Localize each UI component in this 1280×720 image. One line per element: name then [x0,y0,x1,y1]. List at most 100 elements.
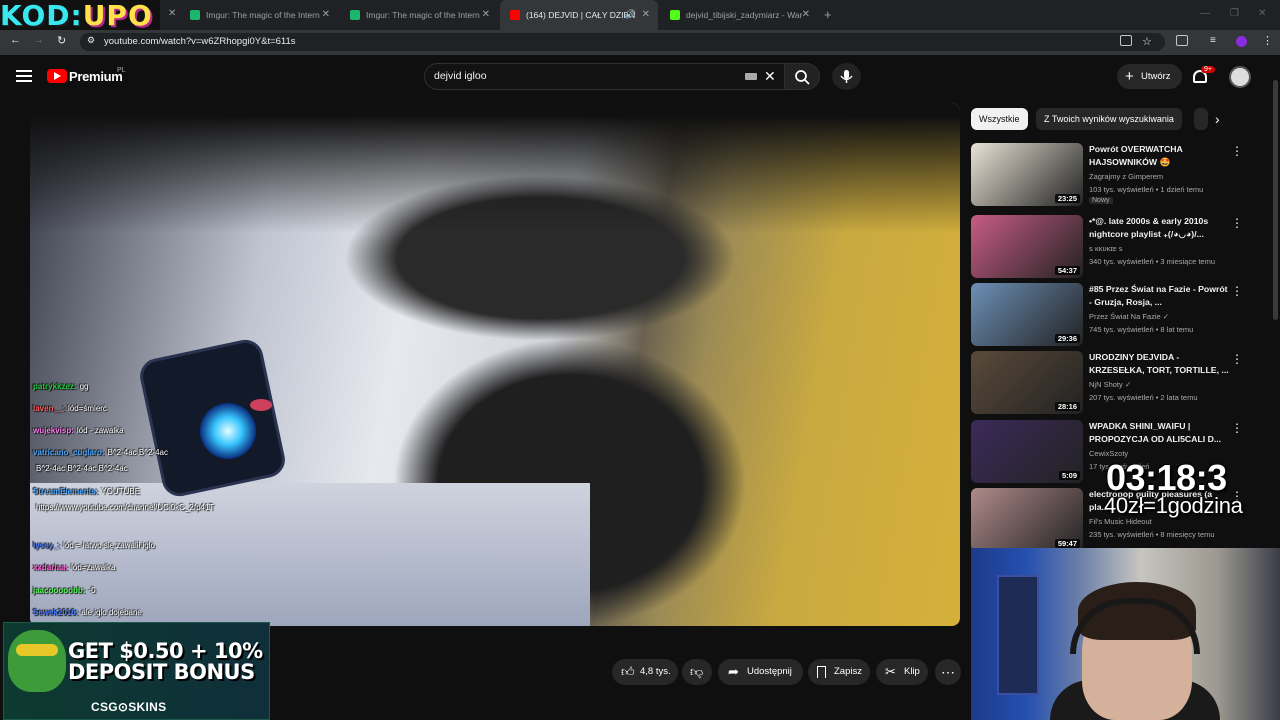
site-settings-icon[interactable]: ⚙ [87,35,95,46]
video-duration: 29:36 [1054,334,1080,343]
reload-icon[interactable]: ↻ [57,34,66,47]
clear-search-icon[interactable]: ✕ [764,68,776,85]
channel-name[interactable]: NjN Shoty ✓ [1089,380,1131,389]
ad-line-2: DEPOSIT BONUS [68,660,255,684]
video-duration: 54:37 [1054,266,1080,275]
chat-username: lysey_: [33,541,61,550]
channel-name[interactable]: ꜱ ᴋᴋᴜᴋɪᴇ ꜱ [1089,244,1123,253]
chat-message: lysey_: lód = łatwo się zawalił iglo [33,541,155,551]
browser-tab-1[interactable]: Imgur: The magic of the Intern ✕ [180,0,338,30]
chat-text: -0 [88,586,96,595]
chat-message: patrykkzez: gg [33,382,88,392]
chat-username: Sewek2016: [33,608,79,617]
dislike-button[interactable]: 👎︎ [682,659,712,685]
more-options-icon[interactable]: ⋮ [1231,422,1243,434]
video-title[interactable]: URODZINY DEJVIDA - KRZESEŁKA, TORT, TORT… [1089,351,1231,377]
tab-title: Imgur: The magic of the Intern [206,10,320,20]
chat-message: jaacooooobb: -0 [33,586,96,596]
video-thumbnail[interactable]: 23:25 [971,143,1083,206]
more-options-icon[interactable]: ⋮ [1231,285,1243,297]
stream-logo-overlay: KOD:UPO [0,0,160,32]
tab-title: dejvid_tibijski_zadymiarz - War [686,10,803,20]
video-title[interactable]: Powrót OVERWATCHA HAJSOWNIKÓW 🤩 [1089,143,1231,169]
more-options-icon[interactable]: ⋮ [1231,145,1243,157]
menu-dots-icon[interactable]: ⋮ [1262,34,1273,47]
video-player[interactable] [30,103,960,626]
video-title[interactable]: •*@. late 2000s & early 2010s nightcore … [1089,215,1231,241]
channel-name[interactable]: Zagrajmy z Gimperem [1089,172,1163,181]
thumbs-down-icon: 👎︎ [690,664,704,679]
chat-username: xxdariaa: [33,563,69,572]
browser-tab-2[interactable]: Imgur: The magic of the Intern ✕ [340,0,498,30]
keyboard-icon[interactable] [745,73,757,80]
chat-username: StreamElements: [33,487,99,496]
url-text[interactable]: youtube.com/watch?v=w6ZRhopgi0Y&t=611s [104,36,296,47]
profile-icon[interactable] [1236,36,1247,47]
video-duration: 28:16 [1054,402,1080,411]
back-icon[interactable]: ← [10,34,21,46]
video-title[interactable]: WPADKA SHINI_WAIFU | PROPOZYCJA OD ALI5C… [1089,420,1231,446]
chat-message: laven__: lód=śmierć [33,404,107,414]
video-thumbnail[interactable]: 28:16 [971,351,1083,414]
browser-tab-active[interactable]: (164) DEJVID | CAŁY DZIEŃ 🔊 ✕ [500,0,658,30]
close-icon[interactable]: ✕ [482,9,490,20]
chip-all[interactable]: Wszystkie [971,108,1028,130]
recommended-video[interactable]: 28:16 URODZINY DEJVIDA - KRZESEŁKA, TORT,… [971,351,1271,417]
search-query[interactable]: dejvid igloo [434,70,487,82]
close-window-icon[interactable]: ✕ [1258,8,1266,19]
chat-message: Sewek2016: ale iglo dojebane [33,608,142,618]
video-thumbnail[interactable]: 54:37 [971,215,1083,278]
search-button[interactable] [784,63,820,90]
video-thumbnail[interactable]: 29:36 [971,283,1083,346]
share-button[interactable]: ➦ Udostępnij [718,659,803,685]
bookmark-star-icon[interactable]: ☆ [1142,35,1152,48]
maximize-icon[interactable]: ❐ [1230,8,1239,19]
share-icon: ➦ [728,664,739,679]
youtube-logo-icon[interactable] [47,69,67,83]
voice-search-button[interactable] [832,63,861,90]
more-options-icon[interactable]: ⋮ [1231,353,1243,365]
video-title[interactable]: #85 Przez Świat na Fazie - Powrót - Gruz… [1089,283,1231,309]
chat-text: lód=zawalka [71,563,116,572]
cast-icon[interactable] [1120,35,1132,46]
video-thumbnail[interactable]: 5:09 [971,420,1083,483]
extensions-icon[interactable] [1176,35,1188,46]
media-control-icon[interactable]: ≡ [1210,35,1216,46]
ad-headline: GET $0.50 + 10% DEPOSIT BONUS [68,641,263,683]
save-button[interactable]: Zapisz [808,659,870,685]
more-options-icon[interactable]: ⋮ [1231,217,1243,229]
youtube-brand[interactable]: Premium [69,69,123,84]
close-icon[interactable]: ✕ [168,8,176,19]
forward-icon[interactable]: → [33,34,44,46]
chat-username: jaacooooobb: [33,586,86,595]
close-icon[interactable]: ✕ [322,9,330,20]
channel-name[interactable]: Przez Świat Na Fazie ✓ [1089,312,1169,321]
recommended-video[interactable]: 29:36 #85 Przez Świat na Fazie - Powrót -… [971,283,1271,349]
video-duration: 23:25 [1054,194,1080,203]
new-badge: Nowy [1089,197,1113,204]
create-button[interactable]: + Utwórz [1117,64,1182,89]
more-actions-button[interactable]: ⋯ [935,659,961,685]
new-tab-icon[interactable]: + [824,7,832,22]
speaker-icon[interactable]: 🔊 [625,9,636,20]
webcam-door [997,575,1039,695]
hamburger-menu-icon[interactable] [16,70,32,82]
chat-text: gg [79,382,89,391]
create-label: Utwórz [1141,71,1171,82]
close-icon[interactable]: ✕ [642,9,650,20]
recommended-video[interactable]: 23:25 Powrót OVERWATCHA HAJSOWNIKÓW 🤩 Zagr… [971,143,1271,209]
chip-from-search[interactable]: Z Twoich wyników wyszukiwania [1036,108,1182,130]
clip-button[interactable]: ✂ Klip [876,659,928,685]
scrollbar-thumb[interactable] [1273,80,1278,320]
clip-label: Klip [904,666,920,677]
minimize-icon[interactable]: — [1200,8,1210,19]
browser-tab-4[interactable]: dejvid_tibijski_zadymiarz - War ✕ [660,0,818,30]
chevron-right-icon[interactable]: › [1215,111,1220,127]
recommended-video[interactable]: 54:37 •*@. late 2000s & early 2010s night… [971,215,1271,281]
chip-more[interactable] [1194,108,1208,130]
like-button[interactable]: 👍︎ 4,8 tys. [612,659,678,685]
video-thumbnail[interactable]: 59:47 [971,488,1083,551]
close-icon[interactable]: ✕ [802,9,810,20]
chat-message: B^2-4ac B^2-4ac B^2-4ac [33,464,128,474]
account-avatar[interactable] [1229,66,1251,88]
